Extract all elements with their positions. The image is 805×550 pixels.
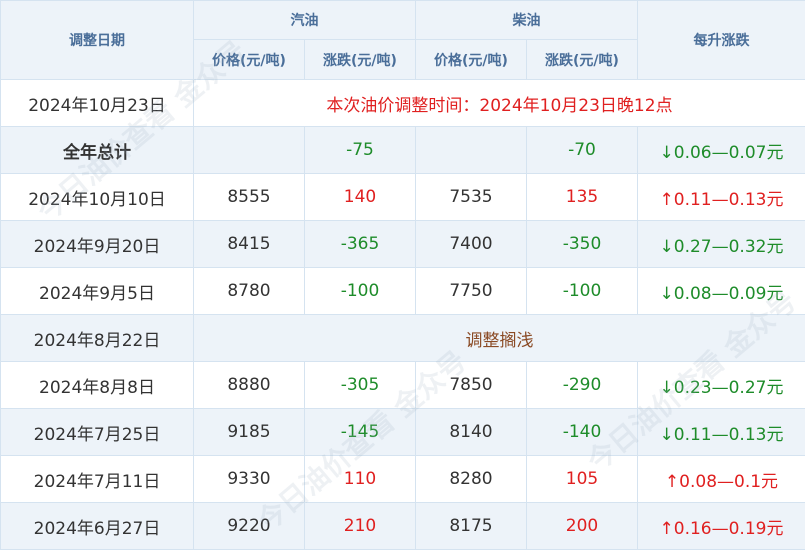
row-date: 2024年9月5日	[0, 267, 194, 315]
per-liter-change: ↑0.08—0.1元	[637, 455, 805, 503]
table-row: 2024年8月8日 8880 -305 7850 -290 ↓0.23—0.27…	[0, 361, 805, 409]
header-gasoline-price: 价格(元/吨)	[193, 39, 305, 80]
row-date: 2024年9月20日	[0, 220, 194, 268]
gasoline-change: 140	[304, 173, 416, 221]
table-row: 2024年10月23日 本次油价调整时间：2024年10月23日晚12点	[0, 79, 805, 127]
table-row: 2024年9月20日 8415 -365 7400 -350 ↓0.27—0.3…	[0, 220, 805, 268]
per-liter-change: ↓0.27—0.32元	[637, 220, 805, 268]
gasoline-change: -75	[304, 126, 416, 174]
per-liter-change: ↑0.11—0.13元	[637, 173, 805, 221]
gasoline-change: 210	[304, 502, 416, 550]
row-date: 2024年10月23日	[0, 79, 194, 127]
gasoline-price: 8415	[193, 220, 305, 268]
table-row: 2024年7月25日 9185 -145 8140 -140 ↓0.11—0.1…	[0, 408, 805, 456]
gasoline-price: 8555	[193, 173, 305, 221]
oil-price-table: 调整日期 汽油 柴油 每升涨跌 价格(元/吨) 涨跌(元/吨) 价格(元/吨) …	[0, 0, 805, 550]
diesel-price: 7850	[415, 361, 527, 409]
header-gasoline-change: 涨跌(元/吨)	[304, 39, 416, 80]
header-diesel: 柴油	[415, 0, 638, 40]
table-row: 2024年8月22日 调整搁浅	[0, 314, 805, 362]
per-liter-change: ↓0.23—0.27元	[637, 361, 805, 409]
diesel-price: 7400	[415, 220, 527, 268]
header-date: 调整日期	[0, 0, 194, 80]
row-date: 全年总计	[0, 126, 194, 174]
diesel-change: -140	[526, 408, 638, 456]
row-date: 2024年7月25日	[0, 408, 194, 456]
diesel-price	[415, 126, 527, 174]
gasoline-change: -365	[304, 220, 416, 268]
per-liter-change: ↓0.06—0.07元	[637, 126, 805, 174]
diesel-price: 8280	[415, 455, 527, 503]
header-per-liter: 每升涨跌	[637, 0, 805, 80]
per-liter-change: ↑0.16—0.19元	[637, 502, 805, 550]
table-row: 全年总计 -75 -70 ↓0.06—0.07元	[0, 126, 805, 174]
diesel-change: -350	[526, 220, 638, 268]
gasoline-price: 9220	[193, 502, 305, 550]
row-date: 2024年6月27日	[0, 502, 194, 550]
gasoline-price	[193, 126, 305, 174]
diesel-change: -70	[526, 126, 638, 174]
diesel-change: 135	[526, 173, 638, 221]
diesel-price: 8140	[415, 408, 527, 456]
diesel-price: 7535	[415, 173, 527, 221]
gasoline-price: 9185	[193, 408, 305, 456]
diesel-change: -100	[526, 267, 638, 315]
diesel-price: 7750	[415, 267, 527, 315]
table-row: 2024年6月27日 9220 210 8175 200 ↑0.16—0.19元	[0, 502, 805, 550]
gasoline-change: -305	[304, 361, 416, 409]
gasoline-price: 8780	[193, 267, 305, 315]
diesel-change: 200	[526, 502, 638, 550]
diesel-change: -290	[526, 361, 638, 409]
per-liter-change: ↓0.11—0.13元	[637, 408, 805, 456]
diesel-change: 105	[526, 455, 638, 503]
diesel-price: 8175	[415, 502, 527, 550]
per-liter-change: ↓0.08—0.09元	[637, 267, 805, 315]
header-gasoline: 汽油	[193, 0, 416, 40]
row-date: 2024年7月11日	[0, 455, 194, 503]
adjustment-stalled-note: 调整搁浅	[193, 314, 805, 362]
row-date: 2024年8月8日	[0, 361, 194, 409]
table-row: 2024年10月10日 8555 140 7535 135 ↑0.11—0.13…	[0, 173, 805, 221]
row-date: 2024年10月10日	[0, 173, 194, 221]
adjustment-notice: 本次油价调整时间：2024年10月23日晚12点	[193, 79, 805, 127]
gasoline-change: -145	[304, 408, 416, 456]
header-diesel-change: 涨跌(元/吨)	[526, 39, 638, 80]
gasoline-change: -100	[304, 267, 416, 315]
table-row: 2024年9月5日 8780 -100 7750 -100 ↓0.08—0.09…	[0, 267, 805, 315]
gasoline-price: 8880	[193, 361, 305, 409]
table-row: 2024年7月11日 9330 110 8280 105 ↑0.08—0.1元	[0, 455, 805, 503]
row-date: 2024年8月22日	[0, 314, 194, 362]
header-diesel-price: 价格(元/吨)	[415, 39, 527, 80]
gasoline-price: 9330	[193, 455, 305, 503]
gasoline-change: 110	[304, 455, 416, 503]
